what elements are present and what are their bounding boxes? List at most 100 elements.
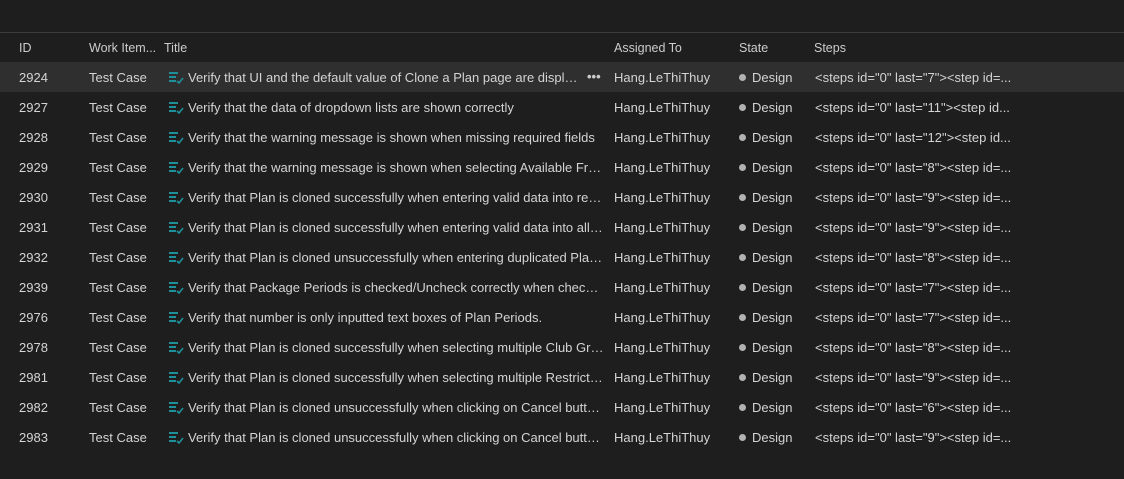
- work-item-type: Test Case: [89, 430, 147, 445]
- work-item-title[interactable]: Verify that Plan is cloned unsuccessfull…: [188, 400, 604, 415]
- assigned-to: Hang.LeThiThuy: [614, 280, 711, 295]
- state-dot-icon: [739, 254, 746, 261]
- more-options-icon[interactable]: •••: [587, 69, 605, 84]
- state-label: Design: [752, 340, 793, 355]
- table-row[interactable]: 2929 Test Case Verify that the warning m…: [0, 152, 1124, 182]
- state-dot-icon: [739, 134, 746, 141]
- state-cell: Design: [739, 190, 809, 205]
- column-header-state[interactable]: State: [739, 41, 768, 55]
- table-row[interactable]: 2976 Test Case Verify that number is onl…: [0, 302, 1124, 332]
- state-cell: Design: [739, 220, 809, 235]
- table-row[interactable]: 2981 Test Case Verify that Plan is clone…: [0, 362, 1124, 392]
- state-label: Design: [752, 190, 793, 205]
- work-item-type: Test Case: [89, 130, 147, 145]
- test-case-icon: [168, 400, 184, 414]
- work-item-title[interactable]: Verify that the data of dropdown lists a…: [188, 100, 604, 115]
- work-item-type: Test Case: [89, 190, 147, 205]
- state-dot-icon: [739, 284, 746, 291]
- table-body: 2924 Test Case Verify that UI and the de…: [0, 62, 1124, 452]
- state-cell: Design: [739, 70, 809, 85]
- steps-cell: <steps id="0" last="7"><step id=...: [815, 70, 1012, 85]
- table-row[interactable]: 2939 Test Case Verify that Package Perio…: [0, 272, 1124, 302]
- table-row[interactable]: 2924 Test Case Verify that UI and the de…: [0, 62, 1124, 92]
- steps-cell: <steps id="0" last="12"><step id...: [815, 130, 1011, 145]
- table-row[interactable]: 2930 Test Case Verify that Plan is clone…: [0, 182, 1124, 212]
- state-dot-icon: [739, 194, 746, 201]
- steps-cell: <steps id="0" last="8"><step id=...: [815, 250, 1012, 265]
- table-row[interactable]: 2928 Test Case Verify that the warning m…: [0, 122, 1124, 152]
- state-dot-icon: [739, 374, 746, 381]
- steps-cell: <steps id="0" last="9"><step id=...: [815, 190, 1012, 205]
- table-row[interactable]: 2978 Test Case Verify that Plan is clone…: [0, 332, 1124, 362]
- state-cell: Design: [739, 340, 809, 355]
- work-item-type: Test Case: [89, 310, 147, 325]
- assigned-to: Hang.LeThiThuy: [614, 250, 711, 265]
- column-header-work-item-type[interactable]: Work Item...: [89, 41, 156, 55]
- work-item-type: Test Case: [89, 100, 147, 115]
- assigned-to: Hang.LeThiThuy: [614, 430, 711, 445]
- state-cell: Design: [739, 250, 809, 265]
- table-row[interactable]: 2927 Test Case Verify that the data of d…: [0, 92, 1124, 122]
- state-dot-icon: [739, 404, 746, 411]
- work-item-type: Test Case: [89, 250, 147, 265]
- test-case-icon: [168, 430, 184, 444]
- assigned-to: Hang.LeThiThuy: [614, 190, 711, 205]
- state-label: Design: [752, 130, 793, 145]
- test-case-icon: [168, 100, 184, 114]
- table-row[interactable]: 2932 Test Case Verify that Plan is clone…: [0, 242, 1124, 272]
- assigned-to: Hang.LeThiThuy: [614, 400, 711, 415]
- work-item-type: Test Case: [89, 280, 147, 295]
- table-row[interactable]: 2982 Test Case Verify that Plan is clone…: [0, 392, 1124, 422]
- assigned-to: Hang.LeThiThuy: [614, 130, 711, 145]
- column-header-assigned-to[interactable]: Assigned To: [614, 41, 682, 55]
- test-case-icon: [168, 190, 184, 204]
- state-label: Design: [752, 250, 793, 265]
- state-dot-icon: [739, 164, 746, 171]
- state-label: Design: [752, 100, 793, 115]
- state-dot-icon: [739, 224, 746, 231]
- column-header-steps[interactable]: Steps: [814, 41, 846, 55]
- work-item-title[interactable]: Verify that Plan is cloned unsuccessfull…: [188, 430, 604, 445]
- work-item-id: 2931: [19, 220, 48, 235]
- state-cell: Design: [739, 160, 809, 175]
- state-dot-icon: [739, 434, 746, 441]
- assigned-to: Hang.LeThiThuy: [614, 340, 711, 355]
- assigned-to: Hang.LeThiThuy: [614, 70, 711, 85]
- state-label: Design: [752, 430, 793, 445]
- work-item-id: 2932: [19, 250, 48, 265]
- work-item-title[interactable]: Verify that Plan is cloned unsuccessfull…: [188, 250, 604, 265]
- work-item-id: 2927: [19, 100, 48, 115]
- work-item-title[interactable]: Verify that UI and the default value of …: [188, 70, 580, 85]
- work-item-title[interactable]: Verify that Package Periods is checked/U…: [188, 280, 604, 295]
- work-item-title[interactable]: Verify that Plan is cloned successfully …: [188, 370, 604, 385]
- steps-cell: <steps id="0" last="7"><step id=...: [815, 310, 1012, 325]
- table-row[interactable]: 2931 Test Case Verify that Plan is clone…: [0, 212, 1124, 242]
- work-item-type: Test Case: [89, 220, 147, 235]
- steps-cell: <steps id="0" last="8"><step id=...: [815, 340, 1012, 355]
- work-item-title[interactable]: Verify that Plan is cloned successfully …: [188, 220, 604, 235]
- table-row[interactable]: 2983 Test Case Verify that Plan is clone…: [0, 422, 1124, 452]
- steps-cell: <steps id="0" last="9"><step id=...: [815, 430, 1012, 445]
- test-case-icon: [168, 280, 184, 294]
- state-cell: Design: [739, 400, 809, 415]
- work-item-id: 2924: [19, 70, 48, 85]
- state-dot-icon: [739, 314, 746, 321]
- state-label: Design: [752, 310, 793, 325]
- work-item-title[interactable]: Verify that the warning message is shown…: [188, 160, 604, 175]
- column-header-id[interactable]: ID: [19, 41, 32, 55]
- assigned-to: Hang.LeThiThuy: [614, 220, 711, 235]
- state-label: Design: [752, 220, 793, 235]
- work-item-title[interactable]: Verify that number is only inputted text…: [188, 310, 604, 325]
- assigned-to: Hang.LeThiThuy: [614, 160, 711, 175]
- column-header-title[interactable]: Title: [164, 41, 187, 55]
- work-item-type: Test Case: [89, 70, 147, 85]
- work-item-type: Test Case: [89, 400, 147, 415]
- state-label: Design: [752, 280, 793, 295]
- work-item-id: 2928: [19, 130, 48, 145]
- state-cell: Design: [739, 280, 809, 295]
- state-cell: Design: [739, 100, 809, 115]
- work-item-title[interactable]: Verify that Plan is cloned successfully …: [188, 190, 604, 205]
- state-cell: Design: [739, 430, 809, 445]
- work-item-title[interactable]: Verify that Plan is cloned successfully …: [188, 340, 604, 355]
- work-item-title[interactable]: Verify that the warning message is shown…: [188, 130, 604, 145]
